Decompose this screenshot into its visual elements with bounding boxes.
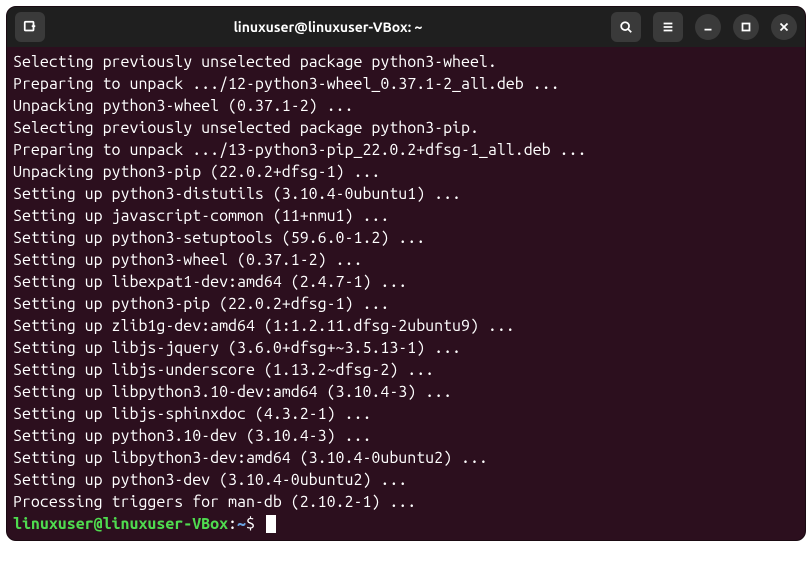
terminal-line: Setting up python3-wheel (0.37.1-2) ... [13,249,799,271]
titlebar-right [611,12,797,42]
terminal-line: Setting up python3.10-dev (3.10.4-3) ... [13,425,799,447]
titlebar-left [15,12,45,42]
terminal-line: Setting up libjs-jquery (3.6.0+dfsg+~3.5… [13,337,799,359]
prompt-path: ~ [237,513,246,535]
terminal-line: Setting up zlib1g-dev:amd64 (1:1.2.11.df… [13,315,799,337]
terminal-window: linuxuser@linuxuser-VBox: ~ [6,6,806,541]
terminal-line: Preparing to unpack .../12-python3-wheel… [13,73,799,95]
terminal-line: Processing triggers for man-db (2.10.2-1… [13,491,799,513]
terminal-line: Setting up libexpat1-dev:amd64 (2.4.7-1)… [13,271,799,293]
new-tab-button[interactable] [15,12,45,42]
minimize-button[interactable] [695,14,721,40]
terminal-line: Preparing to unpack .../13-python3-pip_2… [13,139,799,161]
terminal-output: Selecting previously unselected package … [13,51,799,513]
prompt-line: linuxuser@linuxuser-VBox:~$ [13,513,799,535]
terminal-line: Setting up libjs-sphinxdoc (4.3.2-1) ... [13,403,799,425]
terminal-line: Setting up python3-dev (3.10.4-0ubuntu2)… [13,469,799,491]
terminal-line: Setting up javascript-common (11+nmu1) .… [13,205,799,227]
prompt-symbol: $ [246,513,264,535]
search-icon [619,20,633,34]
hamburger-icon [661,20,675,34]
terminal-line: Setting up python3-setuptools (59.6.0-1.… [13,227,799,249]
terminal-line: Setting up python3-pip (22.0.2+dfsg-1) .… [13,293,799,315]
terminal-line: Setting up python3-distutils (3.10.4-0ub… [13,183,799,205]
close-button[interactable] [771,14,797,40]
terminal-line: Selecting previously unselected package … [13,117,799,139]
new-tab-icon [23,20,37,34]
close-icon [777,20,791,34]
terminal-line: Selecting previously unselected package … [13,51,799,73]
prompt-user-host: linuxuser@linuxuser-VBox [13,513,228,535]
cursor [266,515,276,533]
minimize-icon [701,20,715,34]
titlebar: linuxuser@linuxuser-VBox: ~ [7,7,805,47]
terminal-line: Unpacking python3-wheel (0.37.1-2) ... [13,95,799,117]
menu-button[interactable] [653,12,683,42]
maximize-icon [739,20,753,34]
terminal-body[interactable]: Selecting previously unselected package … [7,47,805,540]
maximize-button[interactable] [733,14,759,40]
terminal-line: Setting up libjs-underscore (1.13.2~dfsg… [13,359,799,381]
terminal-line: Unpacking python3-pip (22.0.2+dfsg-1) ..… [13,161,799,183]
prompt-colon: : [228,513,237,535]
window-title: linuxuser@linuxuser-VBox: ~ [51,19,605,35]
search-button[interactable] [611,12,641,42]
terminal-line: Setting up libpython3-dev:amd64 (3.10.4-… [13,447,799,469]
terminal-line: Setting up libpython3.10-dev:amd64 (3.10… [13,381,799,403]
